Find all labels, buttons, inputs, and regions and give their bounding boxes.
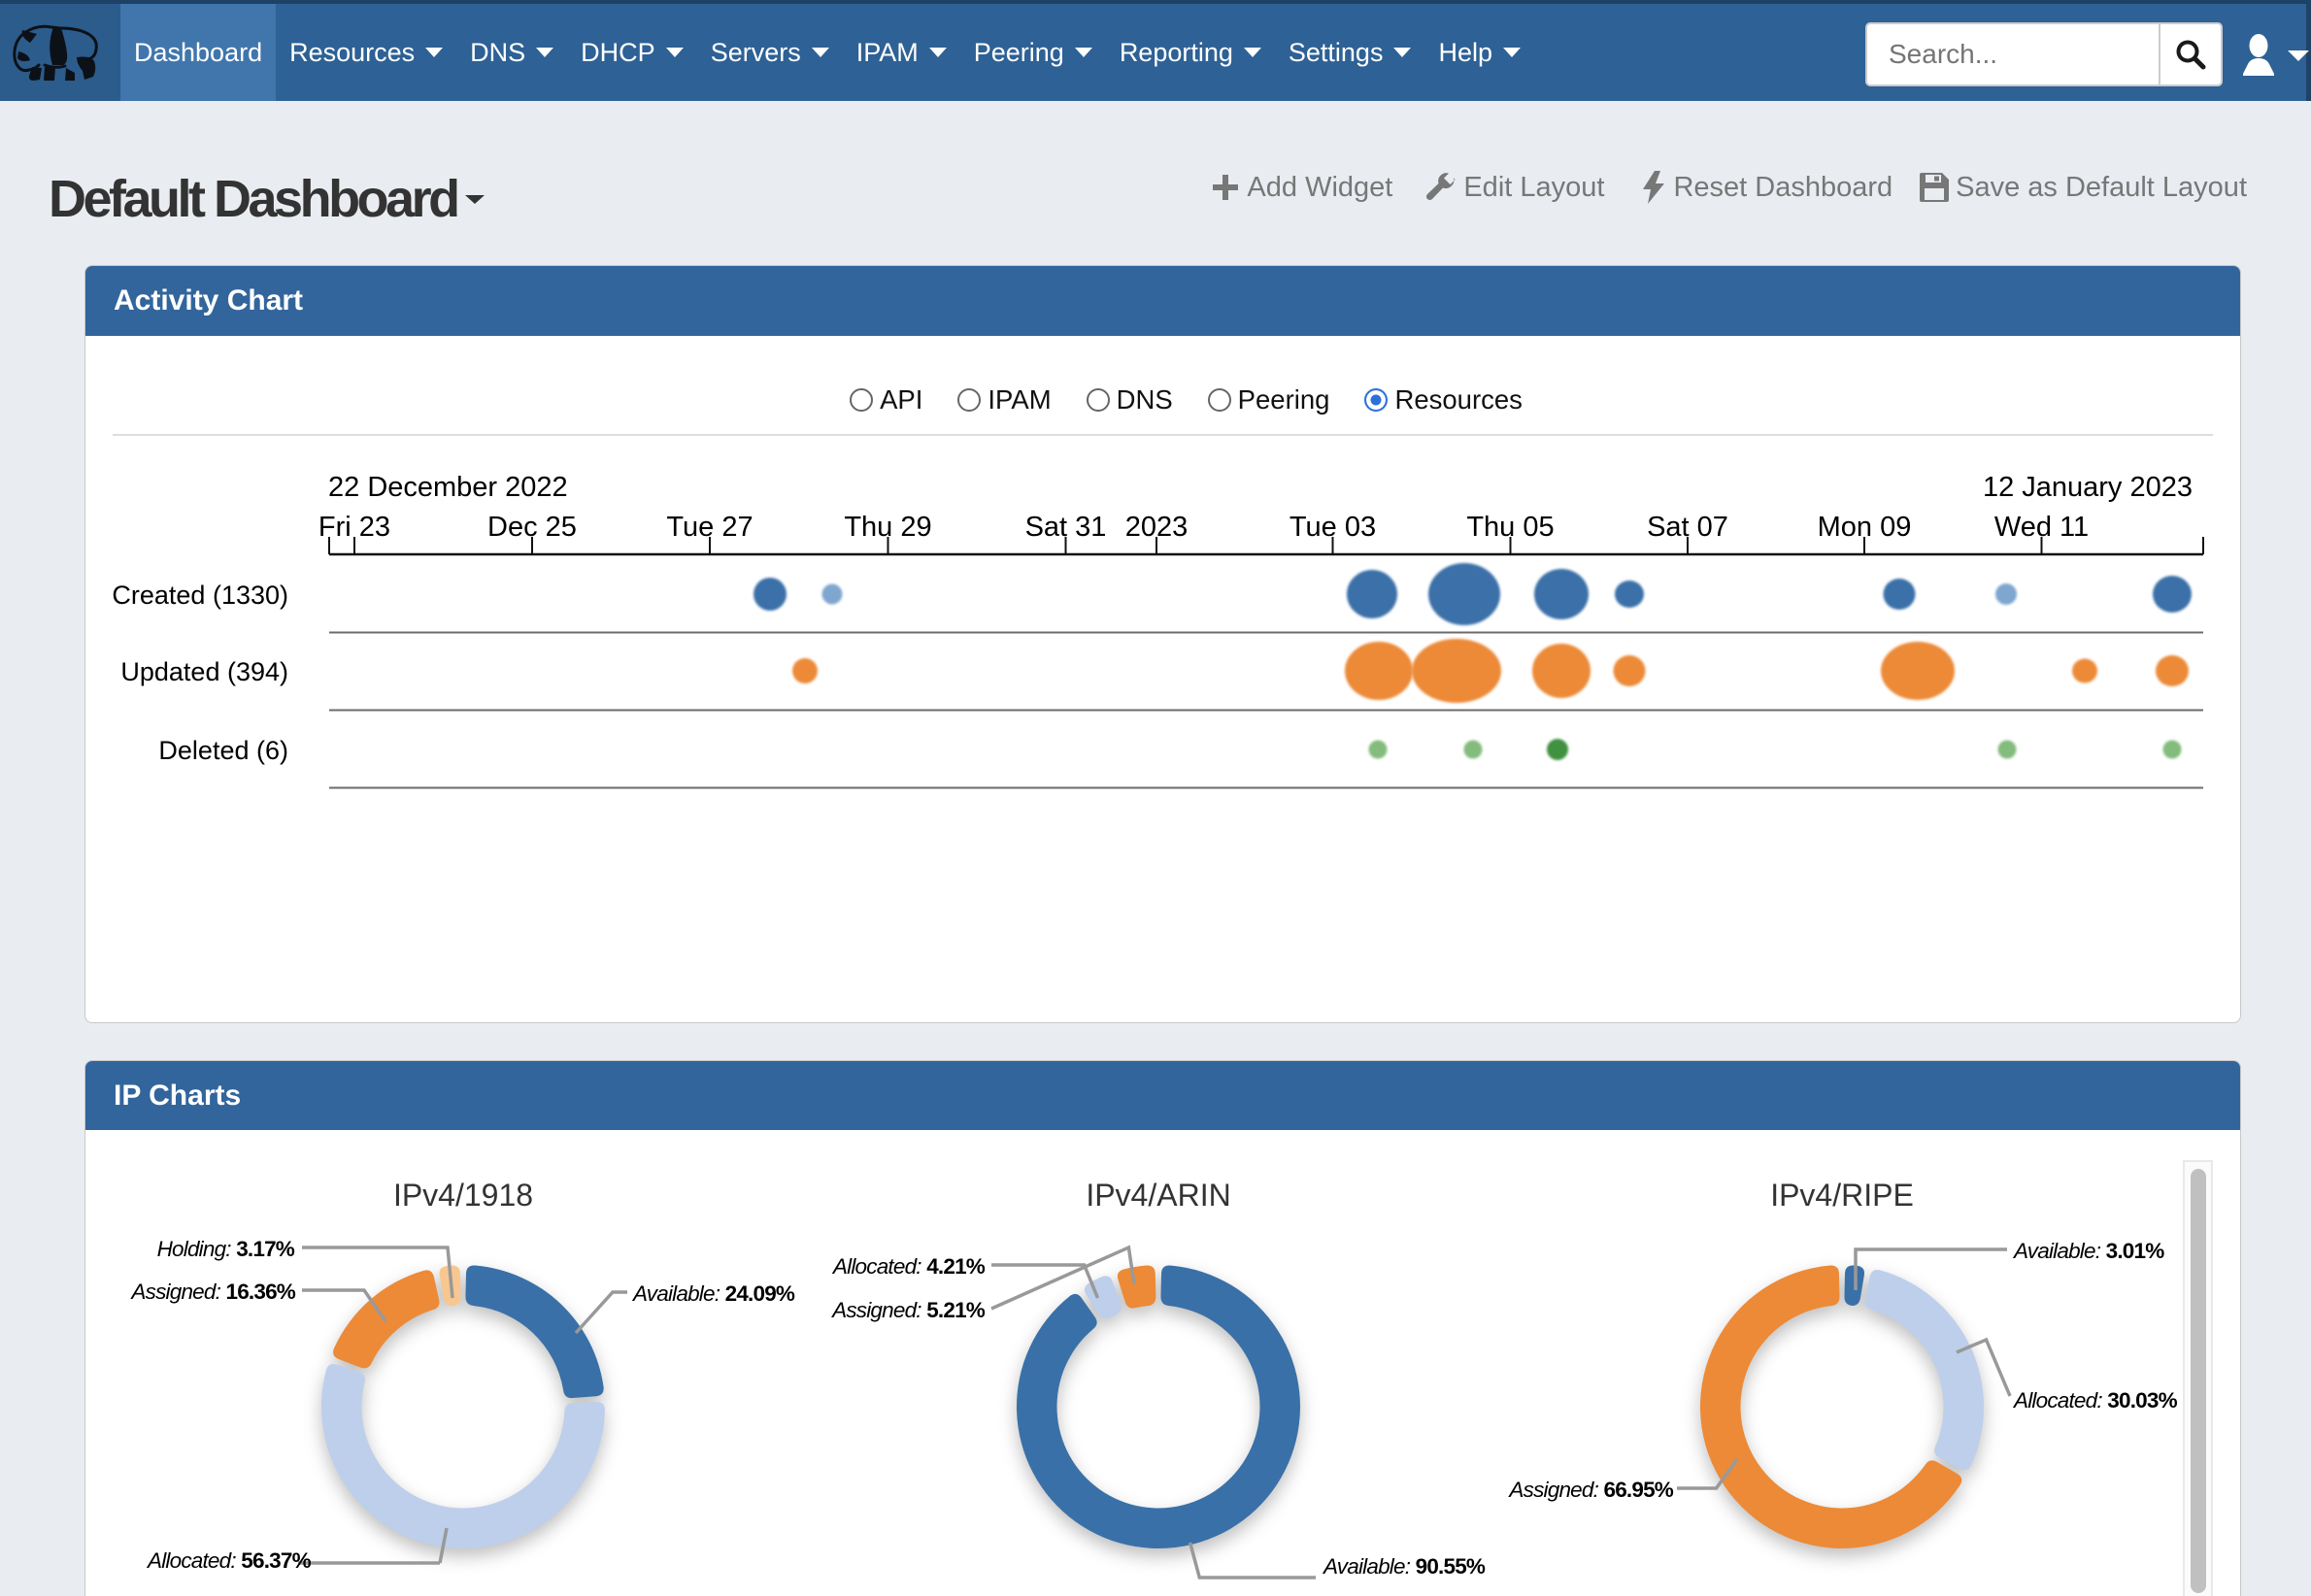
svg-text:Assigned: 16.36%: Assigned: 16.36% <box>129 1280 295 1304</box>
svg-text:IPv4/1918: IPv4/1918 <box>393 1178 533 1213</box>
svg-text:Holding: 3.17%: Holding: 3.17% <box>157 1237 295 1261</box>
svg-text:Available: 3.01%: Available: 3.01% <box>2012 1239 2164 1263</box>
svg-text:Allocated: 56.37%: Allocated: 56.37% <box>146 1548 312 1573</box>
svg-text:Assigned: 5.21%: Assigned: 5.21% <box>830 1298 986 1322</box>
svg-text:Deleted (6): Deleted (6) <box>158 736 288 765</box>
svg-text:Updated (394): Updated (394) <box>120 657 288 686</box>
svg-text:IPv4/ARIN: IPv4/ARIN <box>1086 1178 1230 1213</box>
svg-text:Created (1330): Created (1330) <box>112 581 288 610</box>
svg-text:Available: 90.55%: Available: 90.55% <box>1322 1554 1486 1579</box>
svg-text:Allocated: 30.03%: Allocated: 30.03% <box>2012 1388 2178 1413</box>
svg-text:Available: 24.09%: Available: 24.09% <box>631 1281 795 1306</box>
svg-text:Allocated: 4.21%: Allocated: 4.21% <box>831 1254 986 1279</box>
svg-text:12 January 2023: 12 January 2023 <box>1983 472 2193 503</box>
svg-text:22 December 2022: 22 December 2022 <box>328 472 568 503</box>
svg-text:Assigned: 66.95%: Assigned: 66.95% <box>1507 1478 1673 1502</box>
svg-text:IPv4/RIPE: IPv4/RIPE <box>1770 1178 1914 1213</box>
